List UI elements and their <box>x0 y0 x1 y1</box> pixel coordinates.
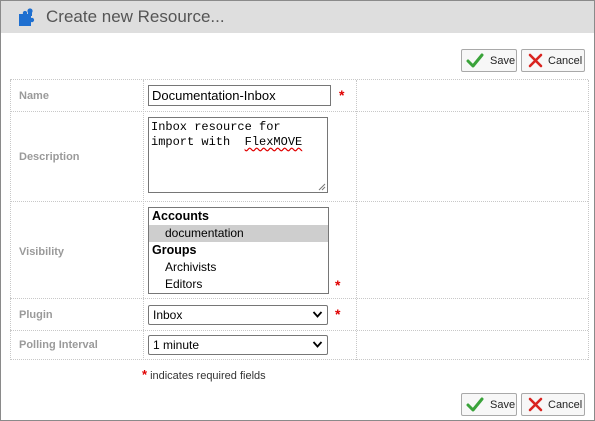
title-bar: Create new Resource... <box>1 1 594 33</box>
cancel-button-label: Cancel <box>548 55 583 67</box>
checkmark-icon <box>466 53 484 68</box>
description-line: Inbox resource for <box>151 120 281 134</box>
required-fields-note: * indicates required fields <box>142 367 266 382</box>
close-icon <box>528 397 543 412</box>
listbox-option-documentation[interactable]: documentation <box>149 225 328 242</box>
save-button-top[interactable]: Save <box>461 49 517 72</box>
plugin-label: Plugin <box>19 309 53 321</box>
description-textarea[interactable]: Inbox resource for import with FlexMOVE <box>148 117 328 193</box>
required-marker: * <box>335 277 341 293</box>
checkmark-icon <box>466 397 484 412</box>
divider <box>10 80 11 360</box>
divider <box>10 79 588 80</box>
cancel-button-label: Cancel <box>548 399 583 411</box>
resize-handle-icon[interactable] <box>317 182 326 191</box>
name-label: Name <box>19 90 49 102</box>
listbox-group-heading: Groups <box>152 243 197 257</box>
close-icon <box>528 53 543 68</box>
description-label: Description <box>19 151 80 163</box>
puzzle-piece-icon <box>19 8 35 26</box>
visibility-listbox[interactable]: Accounts documentation Groups Archivists… <box>148 207 329 294</box>
cancel-button-bottom[interactable]: Cancel <box>521 393 585 416</box>
required-marker: * <box>339 87 345 103</box>
required-marker: * <box>335 306 341 322</box>
polling-interval-label: Polling Interval <box>19 339 98 351</box>
spellcheck-word: FlexMOVE <box>244 135 303 149</box>
visibility-label: Visibility <box>19 246 65 258</box>
listbox-option-editors[interactable]: Editors <box>149 276 328 293</box>
chevron-down-icon <box>312 311 323 318</box>
save-button-bottom[interactable]: Save <box>461 393 517 416</box>
cancel-button-top[interactable]: Cancel <box>521 49 585 72</box>
listbox-option-archivists[interactable]: Archivists <box>149 259 328 276</box>
divider <box>143 80 144 360</box>
divider <box>10 201 588 202</box>
chevron-down-icon <box>312 341 323 348</box>
save-button-label: Save <box>490 55 516 67</box>
divider <box>356 80 357 360</box>
polling-interval-select[interactable]: 1 minute <box>148 335 328 355</box>
name-input[interactable] <box>148 85 331 106</box>
description-line: import with FlexMOVE <box>151 135 303 149</box>
listbox-group-heading: Accounts <box>152 209 209 223</box>
save-button-label: Save <box>490 399 516 411</box>
dialog-title: Create new Resource... <box>46 7 225 26</box>
polling-interval-value: 1 minute <box>153 338 200 352</box>
divider <box>10 298 588 299</box>
divider <box>588 80 589 360</box>
create-resource-dialog: Create new Resource... Save Cancel Name … <box>0 0 595 421</box>
divider <box>10 359 588 360</box>
plugin-select-value: Inbox <box>153 308 183 322</box>
plugin-select[interactable]: Inbox <box>148 305 328 325</box>
divider <box>10 330 588 331</box>
divider <box>10 111 588 112</box>
